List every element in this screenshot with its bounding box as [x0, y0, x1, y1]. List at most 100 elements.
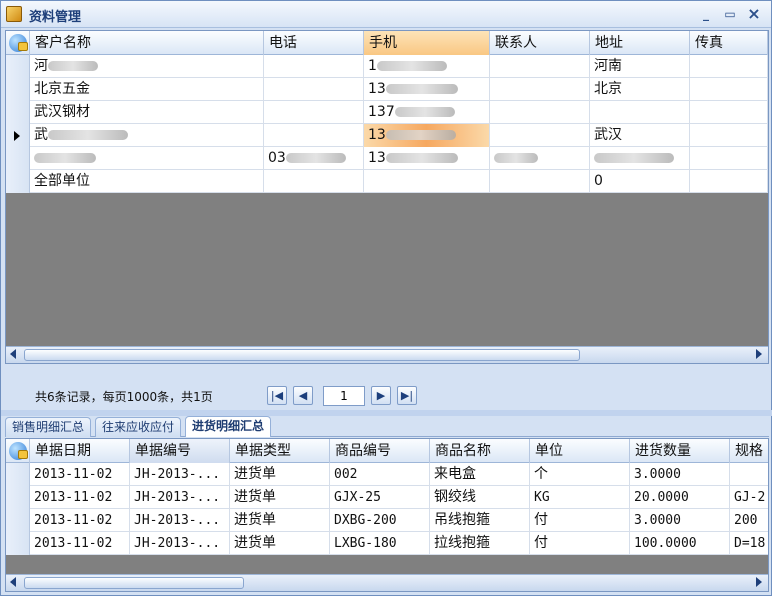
cell-fax	[690, 101, 768, 124]
table-row[interactable]: 全部单位 0	[6, 170, 768, 193]
column-header-doc-type[interactable]: 单据类型	[230, 439, 330, 463]
cell-phone: 03	[264, 147, 364, 170]
cell-text: 1	[368, 58, 377, 74]
table-row[interactable]: 2013-11-02 JH-2013-... 进货单 DXBG-200 吊线抱箍…	[6, 509, 768, 532]
current-row-indicator-icon	[14, 131, 20, 141]
row-header[interactable]	[6, 463, 30, 486]
cell-spec	[730, 463, 768, 486]
scroll-left-arrow-icon[interactable]	[10, 349, 16, 359]
column-header-spec[interactable]: 规格	[730, 439, 768, 463]
cell-text: 武	[34, 127, 48, 143]
cell-unit: 个	[530, 463, 630, 486]
window: 资料管理 _ ▭ × 客户名称 电话 手机 联系人 地址 传真 河 1 河南 北…	[0, 0, 772, 596]
horizontal-scrollbar[interactable]	[6, 346, 768, 363]
cell-contact	[490, 55, 590, 78]
last-page-button[interactable]: ▶|	[397, 386, 417, 405]
cell-fax	[690, 55, 768, 78]
row-header[interactable]	[6, 101, 30, 124]
next-page-button[interactable]: ▶	[371, 386, 391, 405]
cell-doc-no: JH-2013-...	[130, 463, 230, 486]
grid-corner[interactable]	[6, 31, 30, 55]
cell-customer-name: 武	[30, 124, 264, 147]
cell-fax	[690, 124, 768, 147]
cell-quantity: 20.0000	[630, 486, 730, 509]
row-header[interactable]	[6, 124, 30, 147]
cell-item-name: 来电盒	[430, 463, 530, 486]
cell-mobile: 13	[364, 147, 490, 170]
column-header-contact[interactable]: 联系人	[490, 31, 590, 55]
cell-phone	[264, 78, 364, 101]
lock-icon	[18, 42, 28, 51]
table-row[interactable]: 河 1 河南	[6, 55, 768, 78]
cell-text: 137	[368, 104, 395, 120]
tab-purchase-detail[interactable]: 进货明细汇总	[185, 416, 272, 437]
minimize-button[interactable]: _	[696, 5, 716, 23]
column-header-mobile[interactable]: 手机	[364, 31, 490, 55]
column-header-unit[interactable]: 单位	[530, 439, 630, 463]
scroll-right-arrow-icon[interactable]	[756, 577, 762, 587]
page-number-input[interactable]: 1	[323, 386, 365, 406]
scrollbar-thumb[interactable]	[24, 349, 580, 361]
cell-mobile-focused[interactable]: 13	[364, 124, 490, 147]
table-row[interactable]: 03 13	[6, 147, 768, 170]
prev-page-button[interactable]: ◀	[293, 386, 313, 405]
first-page-button[interactable]: |◀	[267, 386, 287, 405]
row-header[interactable]	[6, 147, 30, 170]
column-header-quantity[interactable]: 进货数量	[630, 439, 730, 463]
cell-doc-date: 2013-11-02	[30, 509, 130, 532]
column-header-customer-name[interactable]: 客户名称	[30, 31, 264, 55]
cell-unit: 付	[530, 532, 630, 555]
row-header[interactable]	[6, 78, 30, 101]
cell-item-name: 拉线抱箍	[430, 532, 530, 555]
purchase-detail-grid[interactable]: 单据日期 单据编号 单据类型 商品编号 商品名称 单位 进货数量 规格 2013…	[5, 438, 769, 592]
cell-unit: 付	[530, 509, 630, 532]
column-header-phone[interactable]: 电话	[264, 31, 364, 55]
scroll-left-arrow-icon[interactable]	[10, 577, 16, 587]
cell-address	[590, 147, 690, 170]
tab-receivables-payables[interactable]: 往来应收应付	[95, 417, 182, 437]
row-header[interactable]	[6, 55, 30, 78]
table-row-selected[interactable]: 武 13 武汉	[6, 124, 768, 147]
close-button[interactable]: ×	[744, 5, 764, 23]
maximize-button[interactable]: ▭	[720, 5, 740, 23]
table-row[interactable]: 武汉钢材 137	[6, 101, 768, 124]
cell-text: 河	[34, 58, 48, 74]
cell-mobile	[364, 170, 490, 193]
redacted-blur	[48, 61, 98, 71]
cell-quantity: 3.0000	[630, 463, 730, 486]
row-header[interactable]	[6, 170, 30, 193]
table-row[interactable]: 北京五金 13 北京	[6, 78, 768, 101]
row-header[interactable]	[6, 509, 30, 532]
grid-corner[interactable]	[6, 439, 30, 463]
cell-item-code: GJX-25	[330, 486, 430, 509]
column-header-doc-date[interactable]: 单据日期	[30, 439, 130, 463]
table-row[interactable]: 2013-11-02 JH-2013-... 进货单 LXBG-180 拉线抱箍…	[6, 532, 768, 555]
column-header-address[interactable]: 地址	[590, 31, 690, 55]
customer-grid[interactable]: 客户名称 电话 手机 联系人 地址 传真 河 1 河南 北京五金 13 北京 武…	[5, 30, 769, 364]
tab-sales-detail[interactable]: 销售明细汇总	[5, 417, 92, 437]
column-header-fax[interactable]: 传真	[690, 31, 768, 55]
scrollbar-thumb[interactable]	[24, 577, 244, 589]
cell-mobile: 137	[364, 101, 490, 124]
cell-contact	[490, 124, 590, 147]
cell-contact	[490, 101, 590, 124]
column-header-item-code[interactable]: 商品编号	[330, 439, 430, 463]
cell-item-code: LXBG-180	[330, 532, 430, 555]
cell-doc-type: 进货单	[230, 486, 330, 509]
horizontal-scrollbar[interactable]	[6, 574, 768, 591]
scroll-right-arrow-icon[interactable]	[756, 349, 762, 359]
table-row[interactable]: 2013-11-02 JH-2013-... 进货单 GJX-25 钢绞线 KG…	[6, 486, 768, 509]
cell-customer-name: 武汉钢材	[30, 101, 264, 124]
redacted-blur	[394, 107, 455, 117]
row-header[interactable]	[6, 486, 30, 509]
cell-address: 北京	[590, 78, 690, 101]
cell-doc-date: 2013-11-02	[30, 463, 130, 486]
cell-fax	[690, 78, 768, 101]
column-header-doc-no[interactable]: 单据编号	[130, 439, 230, 463]
row-header[interactable]	[6, 532, 30, 555]
cell-phone	[264, 124, 364, 147]
redacted-blur	[376, 61, 447, 71]
cell-text: 13	[368, 81, 386, 97]
table-row[interactable]: 2013-11-02 JH-2013-... 进货单 002 来电盒 个 3.0…	[6, 463, 768, 486]
column-header-item-name[interactable]: 商品名称	[430, 439, 530, 463]
